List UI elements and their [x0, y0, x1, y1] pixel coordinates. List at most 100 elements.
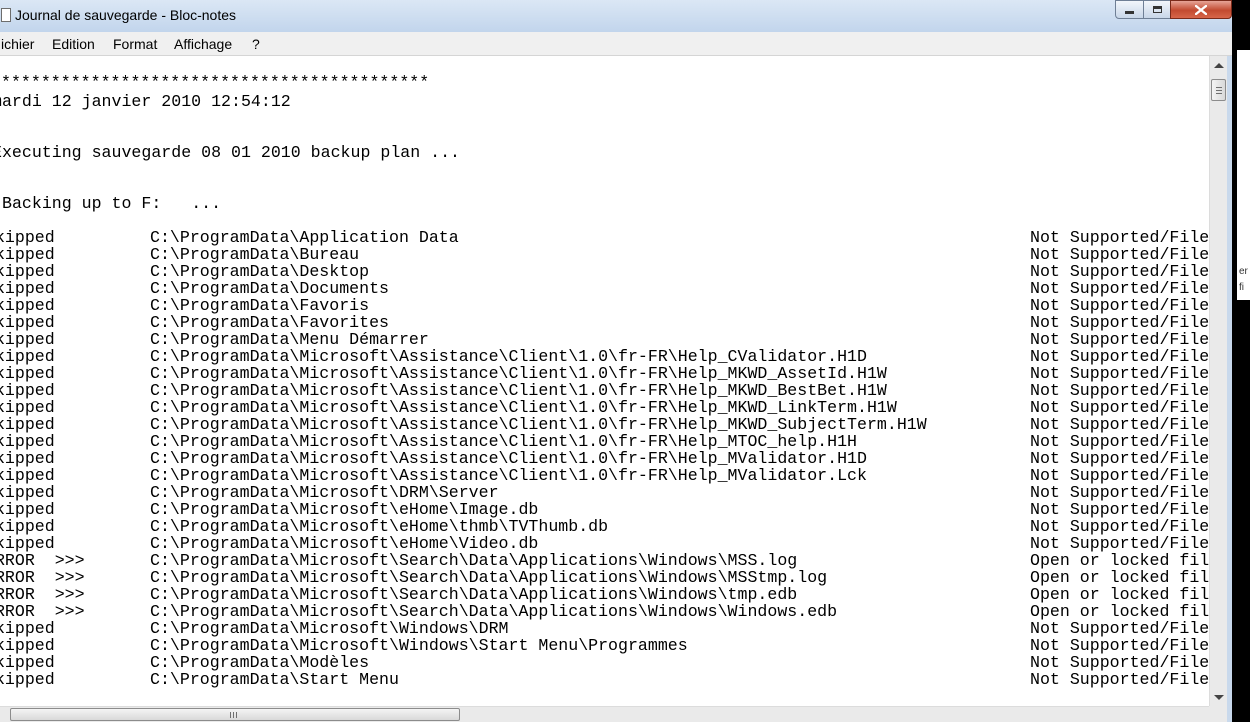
title-bar[interactable]: Journal de sauvegarde - Bloc-notes — [0, 0, 1232, 32]
log-entry-status: ERROR >>> — [0, 585, 85, 604]
log-entry-status: Skipped — [0, 347, 55, 366]
log-entry-reason: Not Supported/File — [1030, 313, 1209, 332]
log-entry-reason: Not Supported/File — [1030, 330, 1209, 349]
log-entry-path: C:\ProgramData\Application Data — [150, 228, 459, 247]
maximize-button[interactable] — [1143, 0, 1171, 19]
log-entry-path: C:\ProgramData\Desktop — [150, 262, 370, 281]
log-entry-reason: Not Supported/File — [1030, 381, 1209, 400]
log-entry-reason: Not Supported/File — [1030, 228, 1209, 247]
log-entry-reason: Not Supported/File — [1030, 466, 1209, 485]
log-entry-status: Skipped — [0, 432, 55, 451]
log-entry-row: Skipped C:\ProgramData\Microsoft\Assistan… — [0, 467, 1209, 484]
log-entry-status: ERROR >>> — [0, 568, 85, 587]
notepad-window: Journal de sauvegarde - Bloc-notes ichie… — [0, 0, 1232, 722]
log-entry-path: C:\ProgramData\Microsoft\Windows\DRM — [150, 619, 509, 638]
vertical-scrollbar[interactable] — [1209, 56, 1227, 706]
vertical-scroll-thumb[interactable] — [1211, 79, 1226, 101]
log-entry-status: Skipped — [0, 534, 55, 553]
log-entry-reason: Not Supported/File — [1030, 364, 1209, 383]
horizontal-scroll-thumb[interactable] — [10, 708, 460, 721]
log-entry-status: Skipped — [0, 619, 55, 638]
log-entry-status: Skipped — [0, 500, 55, 519]
log-entry-reason: Not Supported/File — [1030, 296, 1209, 315]
log-entry-row: Skipped C:\ProgramData\Microsoft\Assistan… — [0, 365, 1209, 382]
log-entry-path: C:\ProgramData\Microsoft\Assistance\Clie… — [150, 432, 858, 451]
log-entry-reason: Not Supported/File — [1030, 670, 1209, 689]
scroll-up-arrow-icon[interactable] — [1214, 63, 1224, 68]
scrollbar-corner — [1209, 706, 1227, 722]
log-entry-path: C:\ProgramData\Microsoft\Search\Data\App… — [150, 585, 798, 604]
log-entry-row: Skipped C:\ProgramData\Microsoft\Assistan… — [0, 382, 1209, 399]
log-entry-reason: Not Supported/File — [1030, 245, 1209, 264]
log-entry-reason: Open or locked fil — [1030, 551, 1209, 570]
log-entry-row: Skipped C:\ProgramData\Microsoft\eHome\Im… — [0, 501, 1209, 518]
log-entry-status: Skipped — [0, 381, 55, 400]
log-entry-reason: Not Supported/File — [1030, 398, 1209, 417]
log-entry-path: C:\ProgramData\Microsoft\Assistance\Clie… — [150, 466, 867, 485]
minimize-icon — [1125, 11, 1134, 14]
log-entry-status: Skipped — [0, 415, 55, 434]
log-entry-status: Skipped — [0, 670, 55, 689]
log-entry-row: ERROR >>> C:\ProgramData\Microsoft\Search… — [0, 569, 1209, 586]
log-entry-path: C:\ProgramData\Microsoft\Search\Data\App… — [150, 551, 798, 570]
menu-edit[interactable]: Edition — [52, 36, 95, 52]
log-entry-row: Skipped C:\ProgramData\Microsoft\Assistan… — [0, 433, 1209, 450]
log-entry-status: Skipped — [0, 466, 55, 485]
executing-line: Executing sauvegarde 08 01 2010 backup p… — [0, 144, 1209, 161]
log-entry-row: Skipped C:\ProgramData\Favorites Not Suppo… — [0, 314, 1209, 331]
log-entry-row: Skipped C:\ProgramData\Microsoft\Assistan… — [0, 399, 1209, 416]
maximize-icon — [1152, 6, 1162, 13]
log-entry-row: Skipped C:\ProgramData\Microsoft\eHome\Vi… — [0, 535, 1209, 552]
log-entry-row: Skipped C:\ProgramData\Microsoft\Assistan… — [0, 416, 1209, 433]
date-line: mardi 12 janvier 2010 12:54:12 — [0, 93, 1209, 110]
log-entry-reason: Not Supported/File — [1030, 449, 1209, 468]
log-entry-row: ERROR >>> C:\ProgramData\Microsoft\Search… — [0, 586, 1209, 603]
notepad-app-icon[interactable] — [1, 8, 11, 22]
menu-bar: ichier Edition Format Affichage ? — [0, 32, 1232, 56]
log-entry-reason: Open or locked fil — [1030, 602, 1209, 621]
log-entry-reason: Not Supported/File — [1030, 653, 1209, 672]
log-entry-status: Skipped — [0, 364, 55, 383]
log-entry-path: C:\ProgramData\Microsoft\Assistance\Clie… — [150, 364, 887, 383]
log-entry-path: C:\ProgramData\Bureau — [150, 245, 360, 264]
log-entry-path: C:\ProgramData\Menu Démarrer — [150, 330, 429, 349]
close-icon — [1195, 4, 1207, 15]
menu-help[interactable]: ? — [252, 36, 260, 52]
log-entry-status: ERROR >>> — [0, 602, 85, 621]
log-entry-reason: Not Supported/File — [1030, 279, 1209, 298]
log-entry-status: Skipped — [0, 262, 55, 281]
horizontal-scrollbar[interactable] — [0, 706, 1209, 722]
log-entry-path: C:\ProgramData\Microsoft\Windows\Start M… — [150, 636, 688, 655]
log-entry-path: C:\ProgramData\Microsoft\Assistance\Clie… — [150, 381, 887, 400]
text-editor[interactable]: ****************************************… — [0, 56, 1209, 706]
log-entry-path: C:\ProgramData\Documents — [150, 279, 389, 298]
log-entry-path: C:\ProgramData\Start Menu — [150, 670, 399, 689]
log-entry-reason: Not Supported/File — [1030, 483, 1209, 502]
menu-file[interactable]: ichier — [1, 36, 34, 52]
log-entry-path: C:\ProgramData\Microsoft\eHome\Image.db — [150, 500, 539, 519]
scroll-down-arrow-icon[interactable] — [1214, 695, 1224, 700]
log-entry-row: Skipped C:\ProgramData\Documents Not Suppo… — [0, 280, 1209, 297]
close-button[interactable] — [1170, 0, 1232, 19]
log-entry-path: C:\ProgramData\Microsoft\eHome\thmb\TVTh… — [150, 517, 609, 536]
menu-format[interactable]: Format — [113, 36, 157, 52]
log-entry-status: Skipped — [0, 398, 55, 417]
background-window-fragment — [1237, 50, 1250, 300]
log-entry-row: Skipped C:\ProgramData\Menu Démarrer Not S… — [0, 331, 1209, 348]
log-entry-reason: Not Supported/File — [1030, 262, 1209, 281]
log-entry-row: Skipped C:\ProgramData\Desktop Not Support… — [0, 263, 1209, 280]
log-entry-row: Skipped C:\ProgramData\Microsoft\Assistan… — [0, 348, 1209, 365]
log-entry-reason: Not Supported/File — [1030, 415, 1209, 434]
log-entry-path: C:\ProgramData\Microsoft\Assistance\Clie… — [150, 449, 867, 468]
backing-text: Backing up to F: ... — [2, 194, 222, 213]
log-entry-row: Skipped C:\ProgramData\Microsoft\Windows\… — [0, 620, 1209, 637]
log-entry-status: Skipped — [0, 517, 55, 536]
log-entry-row: ERROR >>> C:\ProgramData\Microsoft\Search… — [0, 552, 1209, 569]
menu-view[interactable]: Affichage — [174, 36, 232, 52]
log-entry-status: Skipped — [0, 313, 55, 332]
log-entry-status: Skipped — [0, 636, 55, 655]
log-entry-status: ERROR >>> — [0, 551, 85, 570]
minimize-button[interactable] — [1115, 0, 1144, 19]
log-entry-row: Skipped C:\ProgramData\Application Data No… — [0, 229, 1209, 246]
log-entry-reason: Not Supported/File — [1030, 619, 1209, 638]
